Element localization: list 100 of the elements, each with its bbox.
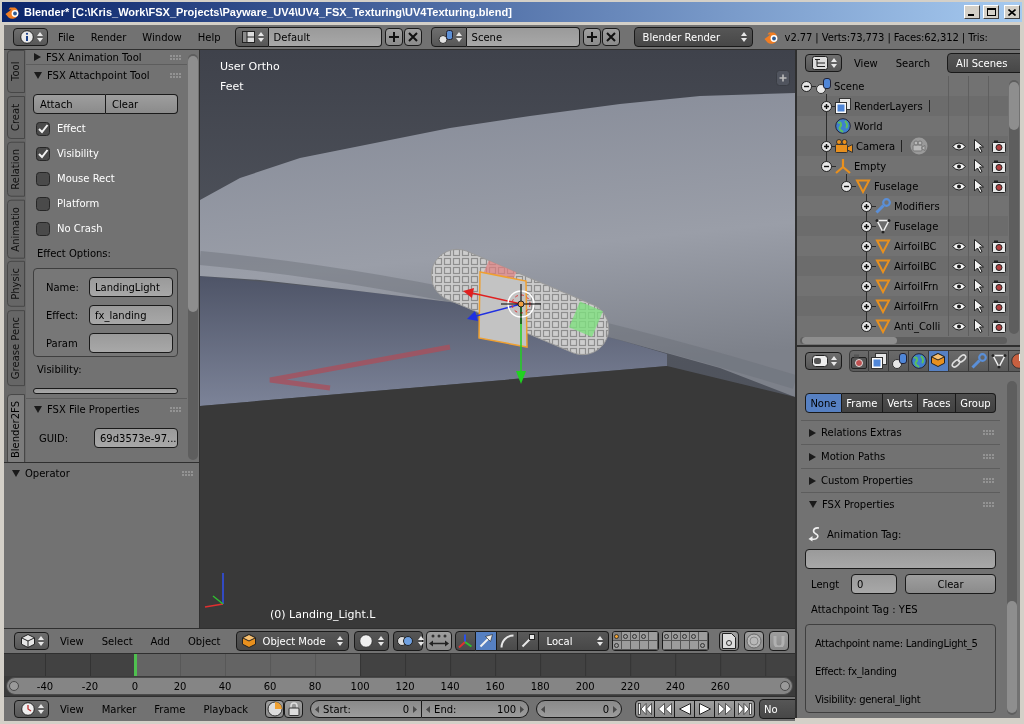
cursor-arrow-icon[interactable] — [973, 179, 984, 193]
text-field[interactable] — [89, 333, 173, 353]
properties-tab[interactable] — [929, 350, 949, 372]
scroll-handle-icon[interactable] — [9, 681, 19, 691]
menu-item[interactable]: Window — [134, 31, 190, 43]
text-field[interactable]: 69d3573e-97... — [94, 428, 178, 448]
menu-item[interactable]: Select — [92, 635, 142, 647]
camera-icon[interactable] — [991, 179, 1006, 193]
outliner-item-name[interactable]: AirfoilBC — [894, 240, 937, 252]
cursor-arrow-icon[interactable] — [973, 279, 984, 293]
segment-button[interactable]: Verts — [882, 393, 919, 413]
layout-name-field[interactable]: Default — [268, 27, 382, 47]
outliner-item-name[interactable]: AirfoilBC — [894, 260, 937, 272]
panel-header[interactable]: FSX Attachpoint Tool — [26, 64, 187, 86]
proportional-edit-button[interactable] — [743, 631, 764, 651]
minimize-button[interactable] — [964, 5, 980, 19]
properties-tab[interactable] — [989, 350, 1009, 372]
properties-tab[interactable] — [949, 350, 969, 372]
checkbox[interactable] — [36, 121, 50, 136]
panel-header[interactable]: Custom Properties — [801, 468, 1000, 492]
current-frame-marker[interactable] — [134, 654, 137, 676]
minus-circle-icon[interactable] — [841, 180, 852, 192]
menu-item[interactable]: Object — [178, 635, 230, 647]
scrollbar-thumb[interactable] — [188, 56, 198, 312]
scene-selector-button[interactable] — [430, 27, 467, 47]
plus-circle-icon[interactable] — [861, 280, 872, 292]
outliner-item-name[interactable]: Fuselage — [874, 180, 919, 192]
plus-circle-icon[interactable] — [861, 240, 872, 252]
plus-circle-icon[interactable] — [861, 200, 872, 212]
eye-icon[interactable] — [951, 281, 966, 291]
scroll-handle-icon[interactable] — [780, 681, 790, 691]
outliner-item-name[interactable]: AirfoilFrn — [894, 300, 939, 312]
menu-item[interactable]: View — [845, 57, 887, 69]
editor-type-button[interactable] — [805, 54, 842, 72]
editor-type-button[interactable] — [805, 352, 842, 370]
add-button[interactable] — [582, 28, 601, 46]
previous-keyframe-button[interactable] — [655, 700, 676, 718]
camera-icon[interactable] — [991, 319, 1006, 333]
outliner-item-name[interactable]: Empty — [854, 160, 887, 172]
mode-dropdown[interactable]: Object Mode — [235, 631, 349, 651]
panel-header[interactable]: Motion Paths — [801, 444, 1000, 468]
eye-icon[interactable] — [951, 181, 966, 191]
plus-circle-icon[interactable] — [861, 260, 872, 272]
scrollbar-thumb[interactable] — [1009, 82, 1019, 130]
delete-button[interactable] — [601, 28, 620, 46]
manipulator-button[interactable] — [475, 631, 497, 651]
cursor-arrow-icon[interactable] — [973, 259, 984, 273]
cursor-arrow-icon[interactable] — [973, 319, 984, 333]
play-button[interactable] — [695, 700, 716, 718]
cursor-arrow-icon[interactable] — [973, 239, 984, 253]
maximize-button[interactable] — [983, 5, 999, 19]
checkbox[interactable] — [36, 196, 50, 211]
menu-item[interactable]: File — [50, 31, 83, 43]
next-keyframe-button[interactable] — [715, 700, 736, 718]
outliner-item-name[interactable]: World — [854, 120, 883, 132]
outliner-item-name[interactable]: Fuselage — [894, 220, 939, 232]
tool-shelf-tab[interactable]: Relation — [7, 142, 25, 197]
plus-circle-icon[interactable] — [821, 140, 832, 152]
tool-shelf-tab[interactable]: Tool — [7, 50, 25, 93]
camera-icon[interactable] — [991, 239, 1006, 253]
cursor-arrow-icon[interactable] — [973, 139, 984, 153]
outliner-item-name[interactable]: Camera — [856, 140, 896, 152]
animation-tag-field[interactable] — [805, 549, 996, 569]
eye-icon[interactable] — [951, 321, 966, 331]
pivot-dropdown[interactable] — [392, 631, 423, 651]
menu-item[interactable]: View — [51, 703, 93, 715]
outliner-item-name[interactable]: Modifiers — [894, 200, 940, 212]
shading-dropdown[interactable] — [353, 631, 389, 651]
panel-header[interactable]: FSX File Properties — [26, 398, 187, 420]
plus-circle-icon[interactable] — [861, 320, 872, 332]
eye-icon[interactable] — [951, 141, 966, 151]
eye-icon[interactable] — [951, 301, 966, 311]
close-button[interactable] — [1004, 5, 1020, 19]
centers-button[interactable] — [425, 631, 452, 651]
menu-item[interactable]: Search — [886, 57, 940, 69]
outliner-item-name[interactable]: Anti_Colli — [894, 320, 941, 332]
cursor-arrow-icon[interactable] — [973, 299, 984, 313]
tool-shelf-tab[interactable]: Physic — [7, 261, 25, 308]
segment-button[interactable]: Frame — [841, 393, 883, 413]
menu-item[interactable]: Add — [141, 635, 179, 647]
panel-header[interactable]: FSX Properties — [801, 492, 1000, 516]
panel-header[interactable]: Operator — [4, 462, 199, 484]
display-mode-dropdown[interactable]: All Scenes — [947, 53, 1020, 73]
plus-circle-icon[interactable] — [821, 100, 832, 112]
jump-end-button[interactable] — [735, 700, 756, 718]
menu-item[interactable]: Marker — [92, 703, 146, 715]
cursor-arrow-icon[interactable] — [973, 159, 984, 173]
add-button[interactable] — [384, 28, 403, 46]
checkbox[interactable] — [36, 221, 50, 236]
visibility-field[interactable] — [33, 388, 178, 394]
render-engine-dropdown[interactable]: Blender Render — [633, 27, 753, 47]
orientation-dropdown[interactable]: Local — [538, 631, 609, 651]
menu-item[interactable]: View — [51, 635, 93, 647]
plus-circle-icon[interactable] — [861, 300, 872, 312]
editor-type-button[interactable] — [13, 28, 48, 46]
properties-tab[interactable] — [909, 350, 929, 372]
editor-type-button[interactable] — [14, 632, 49, 650]
outliner-item-name[interactable]: AirfoilFrn — [894, 280, 939, 292]
end-frame-field[interactable]: End: 100 — [422, 700, 530, 718]
menu-item[interactable]: Playback — [194, 703, 258, 715]
